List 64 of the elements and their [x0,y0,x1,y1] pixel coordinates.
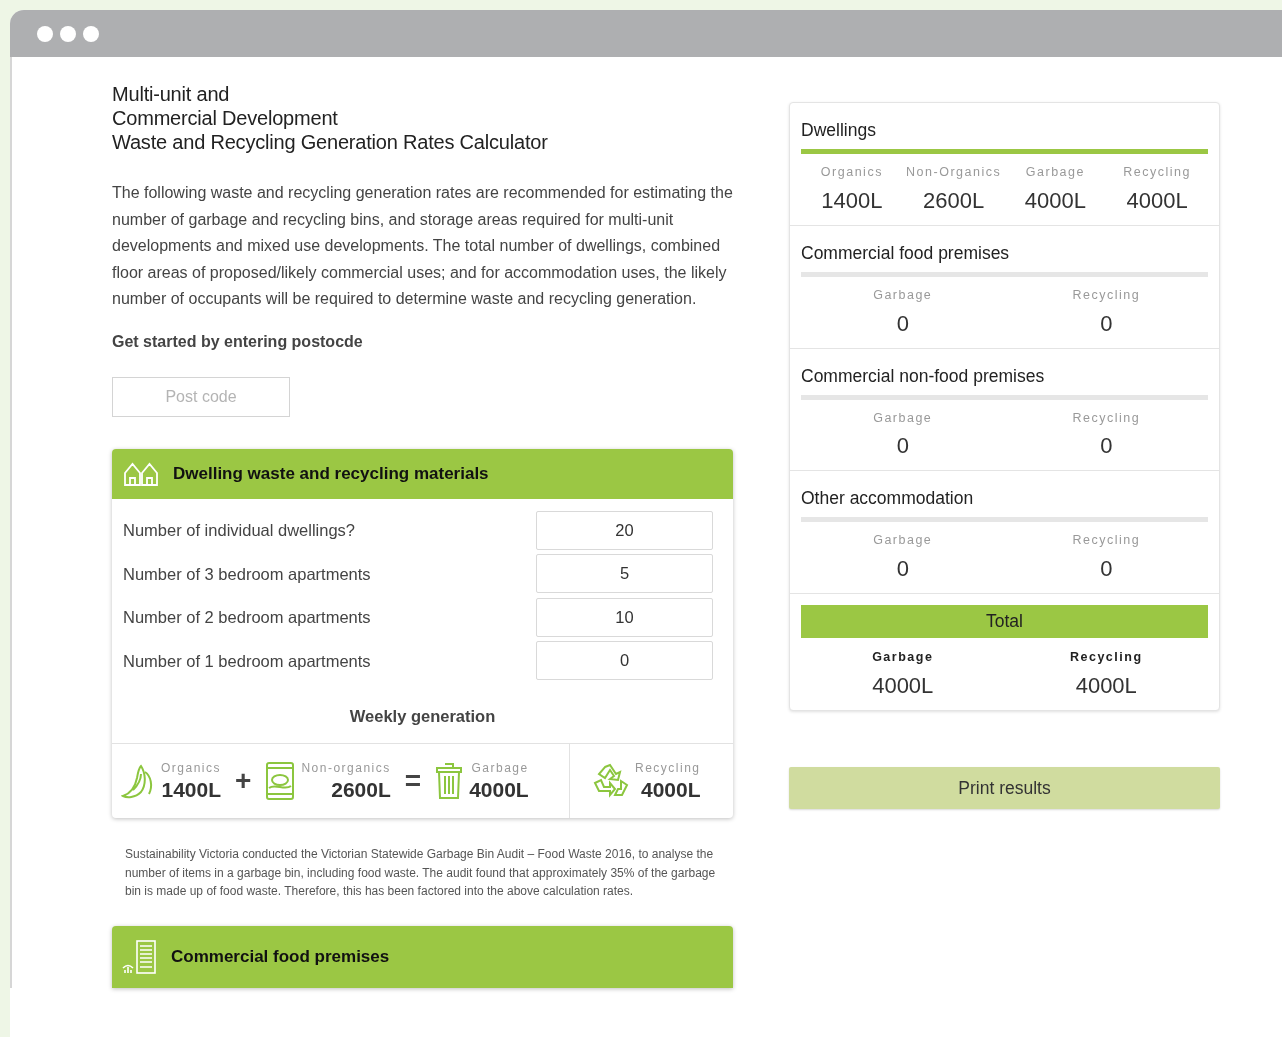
weekly-heading: Weekly generation [348,706,497,728]
number-field[interactable]: 10 [536,597,713,637]
postcode-field[interactable]: Post code [112,376,290,417]
stat-label: Recycling [1072,409,1141,427]
stat-value: 0 [896,555,909,583]
number-field[interactable]: 0 [536,641,713,681]
page-title: Multi-unit and [112,82,231,106]
stat-value: 0 [1100,309,1113,338]
panel-title: Dwelling waste and recycling materials [173,463,489,486]
stat-value: 0 [1100,555,1113,583]
stat-label: Organics [820,164,883,181]
section-title: Commercial non-food premises [800,364,1046,385]
stat-value: 4000L [641,777,701,804]
number-field[interactable]: 5 [536,554,713,594]
bag-icon [265,761,296,802]
total-bar: Total [801,605,1208,638]
page-title: Waste and Recycling Generation Rates Calculator [112,130,549,154]
trash-bin-icon [435,762,464,801]
stat-label: Organics [161,760,222,778]
stat-label: Garbage [471,760,529,778]
stat-label: Recycling [1072,532,1141,550]
stat-value: 2600L [331,777,391,804]
banana-icon [121,762,155,801]
section-title: Commercial food premises [800,241,1011,262]
field-label: Number of 3 bedroom apartments [123,563,371,585]
stat-label: Garbage [1025,164,1085,181]
page-title: Commercial Development [112,106,339,130]
stat-value: 1400L [821,186,883,215]
stat-label: Garbage [873,532,933,550]
building-icon [121,939,157,974]
stat-label: Recycling [635,760,701,778]
field-label: Number of 2 bedroom apartments [123,607,371,629]
field-label: Number of 1 bedroom apartments [123,650,371,672]
stat-value: 0 [896,309,909,338]
section-title: Other accommodation [800,487,975,508]
stat-label: Garbage [873,286,933,304]
stat-label: Garbage [873,409,933,427]
number-field[interactable]: 20 [536,510,713,550]
operator-sign: + [234,764,253,799]
footnote: Sustainability Victoria conducted the Victorian Statewide Garbage Bin Audit – Food Waste 2016, to analyse the number of items in a garbage bin, including food waste. The audit found that approximately 35% of the garbage bin is made up of food waste. Therefore, this has been factored into the above calculation rates. [124,846,717,901]
stat-value: 4000L [469,777,529,804]
stat-value: 4000L [1024,186,1086,215]
stat-label: Recycling [1069,649,1143,666]
stat-label: Garbage [872,649,934,666]
stat-value: 4000L [872,671,934,700]
stat-label: Recycling [1123,164,1191,181]
field-label: Number of individual dwellings? [123,520,356,542]
operator-sign: = [403,764,423,799]
stat-label: Non-organics [301,760,391,778]
stat-value: 4000L [1075,671,1137,700]
recycle-icon [591,763,629,800]
stat-value: 0 [896,432,909,461]
stat-value: 1400L [161,777,222,804]
section-heading: Get started by entering postocde [112,331,364,352]
stat-value: 2600L [923,186,985,215]
section-title: Dwellings [800,119,877,139]
stat-value: 4000L [1126,186,1188,215]
print-results-button[interactable]: Print results [789,766,1220,809]
panel-title: Commercial food premises [171,945,390,968]
houses-icon [123,460,159,487]
stat-value: 0 [1100,432,1113,461]
stat-label: Recycling [1072,286,1141,304]
stat-label: Non-Organics [906,164,1002,181]
intro-paragraph: The following waste and recycling generation rates are recommended for estimating the number of garbage and recycling bins, and storage areas required for multi-unit developments and mixed use developments. The total number of dwellings, combined floor areas of proposed/likely commercial uses; and for accommodation uses, the likely number of occupants will be required to determine waste and recycling generation. [112,183,733,310]
